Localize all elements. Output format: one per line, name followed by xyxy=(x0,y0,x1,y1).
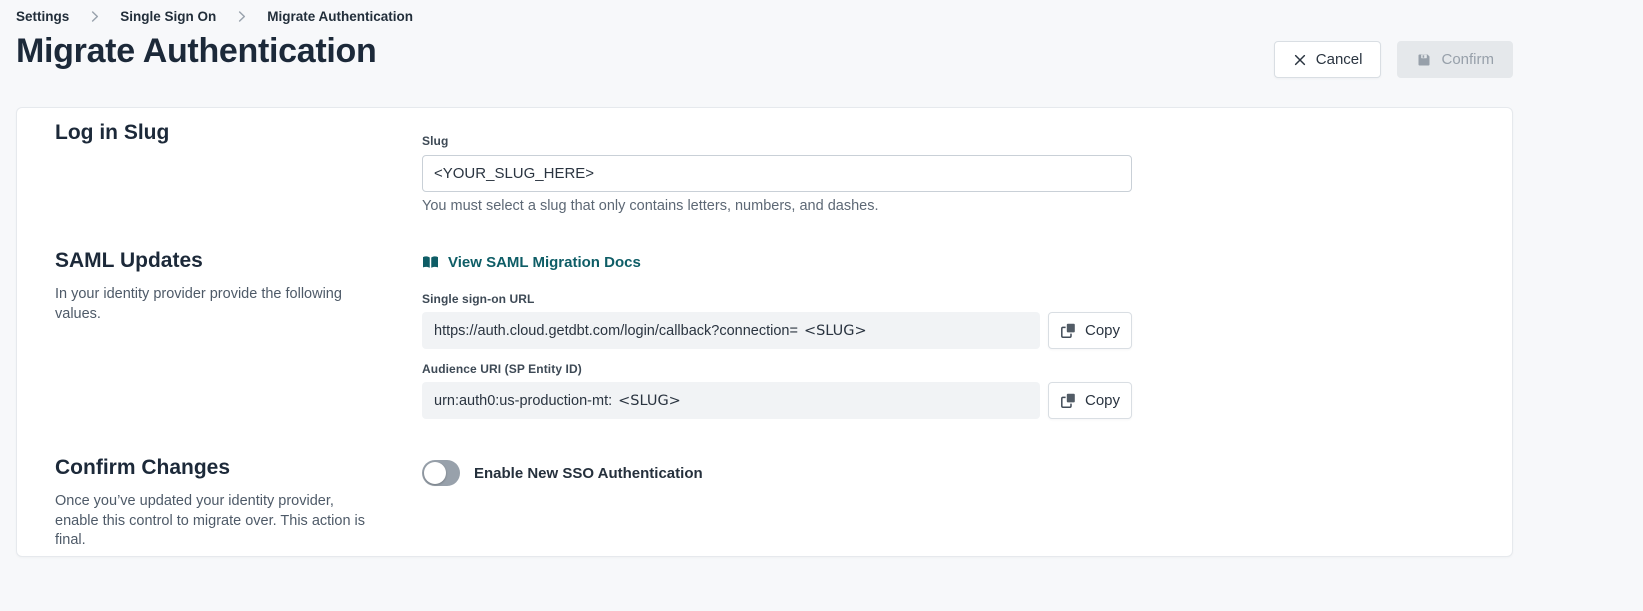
audience-slug-token: <SLUG> xyxy=(618,393,681,409)
view-saml-migration-docs-link[interactable]: View SAML Migration Docs xyxy=(422,254,641,271)
saml-updates-description: In your identity provider provide the fo… xyxy=(55,285,385,324)
sso-url-value: https://auth.cloud.getdbt.com/login/call… xyxy=(434,323,798,339)
confirm-changes-description: Once you’ve updated your identity provid… xyxy=(55,492,377,551)
cancel-button-label: Cancel xyxy=(1316,51,1363,68)
breadcrumb-item-current: Migrate Authentication xyxy=(267,9,413,24)
saml-updates-heading: SAML Updates xyxy=(55,249,203,273)
enable-sso-toggle[interactable] xyxy=(422,460,460,486)
sso-slug-token: <SLUG> xyxy=(804,323,867,339)
breadcrumb-item-single-sign-on[interactable]: Single Sign On xyxy=(120,9,216,24)
audience-uri-label: Audience URI (SP Entity ID) xyxy=(422,362,582,376)
page-title: Migrate Authentication xyxy=(16,32,376,71)
open-book-icon xyxy=(422,255,439,270)
confirm-changes-heading: Confirm Changes xyxy=(55,456,230,480)
slug-input[interactable] xyxy=(422,155,1132,192)
chevron-right-icon xyxy=(87,9,102,24)
copy-sso-url-button[interactable]: Copy xyxy=(1048,312,1132,349)
copy-icon xyxy=(1060,322,1077,339)
audience-uri-value: urn:auth0:us-production-mt: xyxy=(434,393,612,409)
breadcrumb-item-settings[interactable]: Settings xyxy=(16,9,69,24)
copy-button-label: Copy xyxy=(1085,322,1120,339)
sso-url-field: https://auth.cloud.getdbt.com/login/call… xyxy=(422,312,1040,349)
slug-field-label: Slug xyxy=(422,134,448,148)
header-actions: Cancel Confirm xyxy=(1274,41,1513,78)
copy-icon xyxy=(1060,392,1077,409)
migrate-authentication-card: Log in Slug Slug You must select a slug … xyxy=(16,107,1513,557)
docs-link-label: View SAML Migration Docs xyxy=(448,254,641,271)
login-slug-heading: Log in Slug xyxy=(55,121,169,145)
slug-helper-text: You must select a slug that only contain… xyxy=(422,198,878,214)
save-icon xyxy=(1416,52,1432,68)
confirm-button[interactable]: Confirm xyxy=(1397,41,1513,78)
confirm-button-label: Confirm xyxy=(1441,51,1494,68)
x-close-icon xyxy=(1293,53,1307,67)
toggle-knob xyxy=(424,462,446,484)
enable-sso-toggle-row: Enable New SSO Authentication xyxy=(422,460,703,486)
chevron-right-icon xyxy=(234,9,249,24)
breadcrumb: Settings Single Sign On Migrate Authenti… xyxy=(16,9,413,24)
sso-url-label: Single sign-on URL xyxy=(422,292,534,306)
enable-sso-toggle-label: Enable New SSO Authentication xyxy=(474,465,703,482)
audience-uri-field: urn:auth0:us-production-mt: <SLUG> xyxy=(422,382,1040,419)
cancel-button[interactable]: Cancel xyxy=(1274,41,1382,78)
copy-audience-uri-button[interactable]: Copy xyxy=(1048,382,1132,419)
copy-button-label: Copy xyxy=(1085,392,1120,409)
